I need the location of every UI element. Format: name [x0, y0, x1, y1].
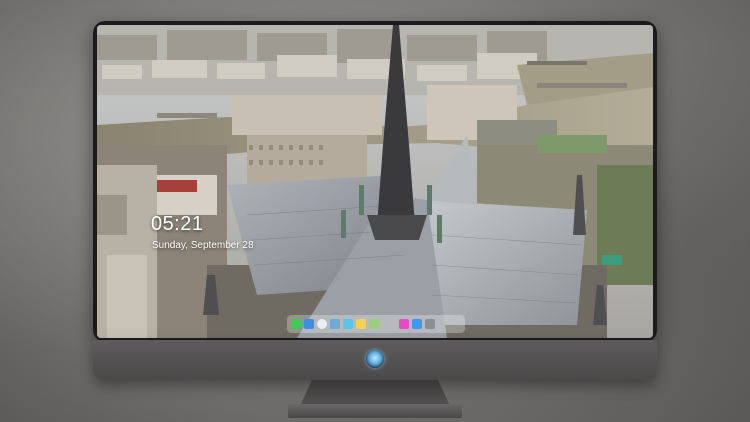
- logo-icon: [366, 350, 384, 368]
- monitor-stand: [300, 380, 450, 406]
- safari-icon[interactable]: [317, 319, 327, 329]
- mail-icon[interactable]: [304, 319, 314, 329]
- messages-icon[interactable]: [291, 319, 301, 329]
- notes-icon[interactable]: [356, 319, 366, 329]
- photos-icon[interactable]: [369, 319, 379, 329]
- app-store-icon[interactable]: [412, 319, 422, 329]
- lock-screen-time: 05:21: [151, 213, 204, 235]
- dock: [287, 315, 465, 333]
- finder-icon[interactable]: [330, 319, 340, 329]
- screen: 05:21 Sunday, September 28: [97, 25, 653, 338]
- gallery-icon[interactable]: [425, 319, 435, 329]
- lock-screen-date: Sunday, September 28: [152, 240, 254, 251]
- monitor-stand-base: [288, 404, 462, 418]
- video-icon[interactable]: [343, 319, 353, 329]
- music-icon[interactable]: [399, 319, 409, 329]
- wallpaper-notre-dame-aerial: [97, 25, 653, 338]
